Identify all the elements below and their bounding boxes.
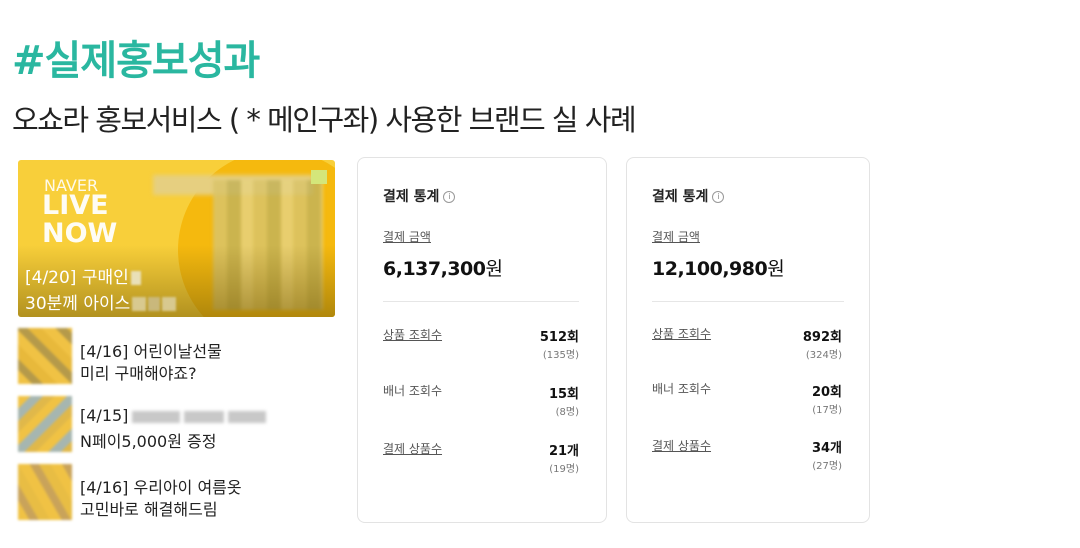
- divider: [652, 301, 844, 302]
- payment-stats-card: 결제 통계 i 결제 금액 6,137,300원 상품 조회수 512회 (135…: [357, 157, 607, 523]
- product-views-label[interactable]: 상품 조회수: [652, 325, 711, 342]
- blurred-text: [184, 410, 225, 423]
- card-header: 결제 통계 i: [383, 186, 456, 206]
- product-views-value: 512회: [539, 330, 579, 345]
- info-icon[interactable]: i: [712, 191, 725, 203]
- blurred-text: [162, 297, 177, 311]
- amount-value: 12,100,980원: [652, 258, 785, 280]
- product-views-visitors: (135명): [542, 350, 579, 361]
- page-subtitle: 오쇼라 홍보서비스 ( * 메인구좌) 사용한 브랜드 실 사례: [12, 103, 637, 137]
- product-views-value: 892회: [802, 330, 842, 345]
- list-item-subtitle: N페이5,000원 증정: [80, 432, 217, 451]
- banner-views-visitors: (17명): [812, 405, 842, 416]
- purchased-items-value: 34개: [811, 441, 842, 456]
- blurred-text: [148, 297, 161, 311]
- corner-tag: [311, 170, 327, 184]
- banner-views-visitors: (8명): [555, 407, 579, 418]
- payment-stats-card: 결제 통계 i 결제 금액 12,100,980원 상품 조회수 892회 (32…: [626, 157, 870, 523]
- list-item-title: [4/16] 어린이날선물: [80, 342, 222, 361]
- blurred-text: [130, 271, 141, 285]
- banner-views-label: 배너 조회수: [383, 384, 443, 398]
- blurred-text: [132, 297, 147, 311]
- list-item[interactable]: [4/16] 어린이날선물 미리 구매해야죠?: [18, 328, 338, 386]
- blurred-text: [132, 410, 181, 423]
- list-item-title: [4/16] 우리아이 여름옷: [80, 478, 242, 497]
- list-item[interactable]: [4/15] N페이5,000원 증정: [18, 396, 338, 454]
- purchased-items-label[interactable]: 결제 상품수: [383, 440, 442, 457]
- purchased-items-buyers: (27명): [812, 461, 842, 472]
- purchased-items-buyers: (19명): [549, 464, 579, 475]
- banner-title-line1: [4/20] 구매인: [25, 263, 141, 288]
- list-item[interactable]: [4/16] 우리아이 여름옷 고민바로 해결해드림: [18, 464, 338, 522]
- now-logo-text: NOW: [42, 218, 118, 249]
- purchased-items-label[interactable]: 결제 상품수: [652, 437, 711, 454]
- live-logo-text: LIVE: [42, 190, 109, 221]
- info-icon[interactable]: i: [443, 191, 456, 203]
- page-title: #실제홍보성과: [12, 38, 260, 84]
- divider: [383, 301, 579, 302]
- blurred-text: [228, 410, 267, 423]
- purchased-items-value: 21개: [548, 444, 579, 459]
- list-item-subtitle: 고민바로 해결해드림: [80, 500, 218, 519]
- thumbnail-image: [18, 328, 72, 384]
- thumbnail-image: [18, 464, 72, 520]
- live-banner[interactable]: NAVER LIVE NOW [4/20] 구매인 30분께 아이스: [18, 160, 335, 317]
- product-views-label[interactable]: 상품 조회수: [383, 326, 442, 343]
- thumbnail-image: [18, 396, 72, 452]
- amount-value: 6,137,300원: [383, 258, 503, 280]
- banner-views-value: 15회: [548, 387, 579, 402]
- amount-label[interactable]: 결제 금액: [652, 228, 700, 245]
- banner-views-label: 배너 조회수: [652, 382, 712, 396]
- banner-title-line2: 30분께 아이스: [25, 289, 177, 314]
- product-views-visitors: (324명): [805, 350, 842, 361]
- list-item-subtitle: 미리 구매해야죠?: [80, 364, 197, 383]
- banner-views-value: 20회: [811, 385, 842, 400]
- amount-label[interactable]: 결제 금액: [383, 228, 431, 245]
- list-item-title: [4/15]: [80, 406, 267, 425]
- card-header: 결제 통계 i: [652, 186, 725, 206]
